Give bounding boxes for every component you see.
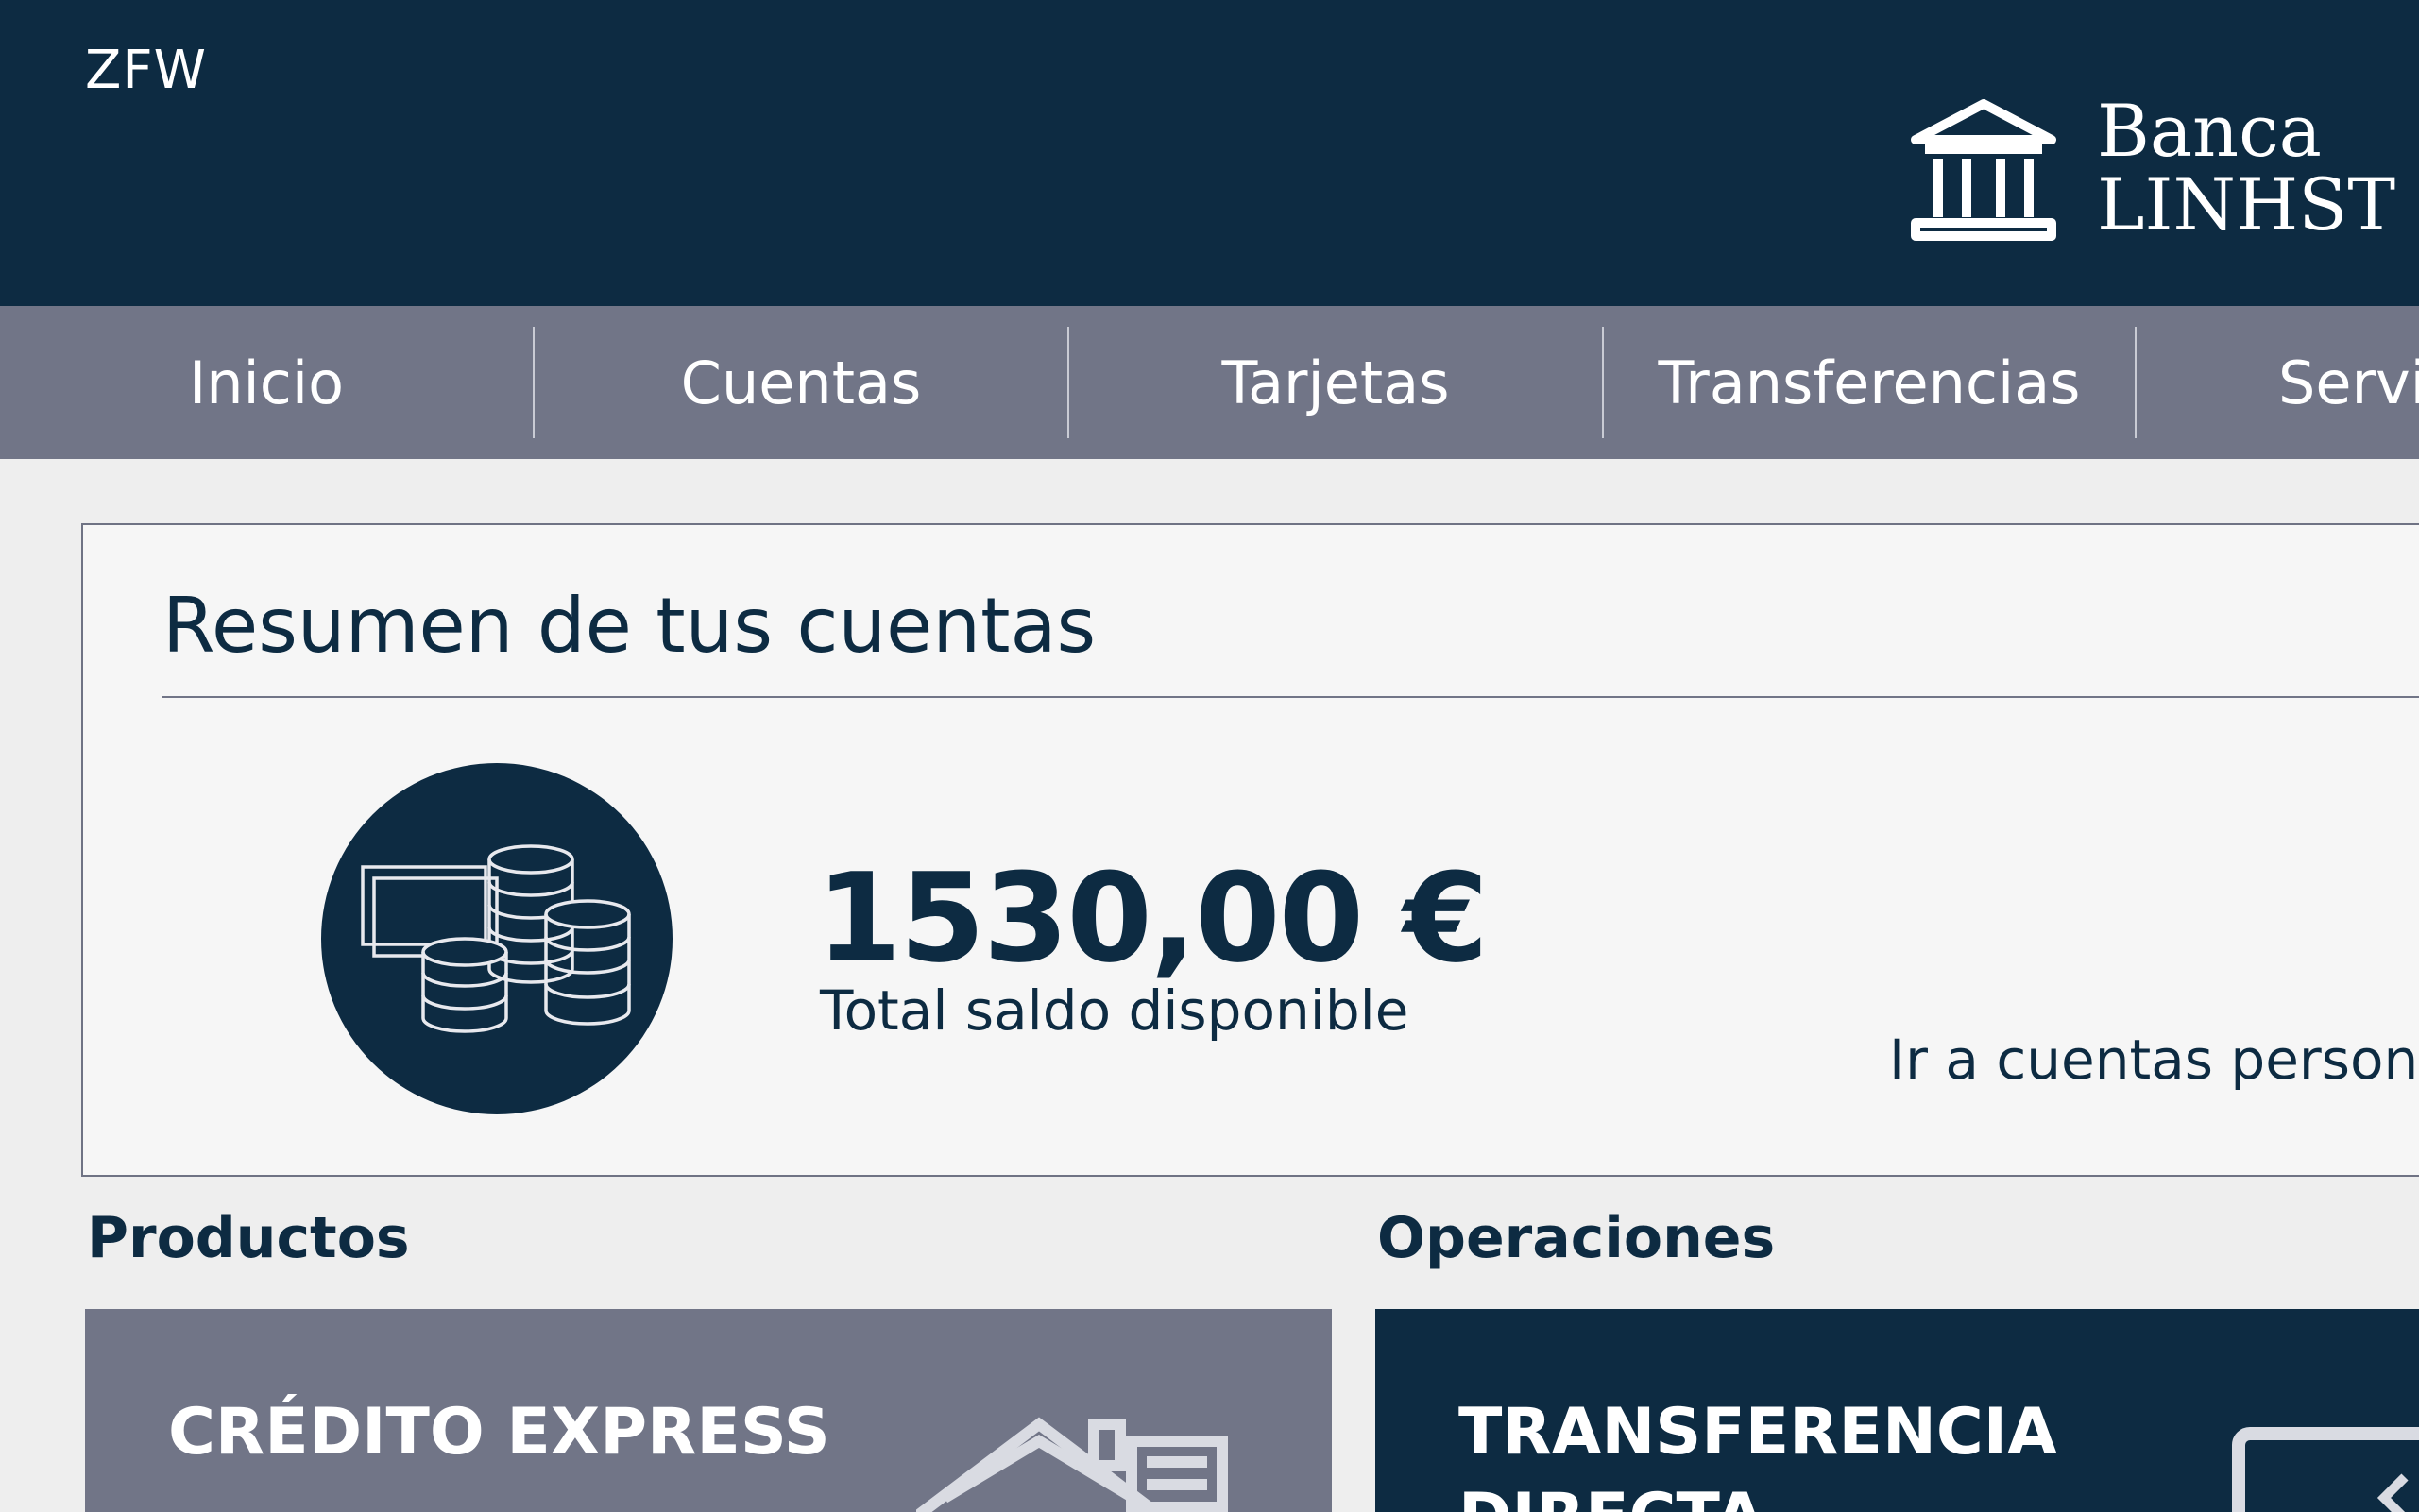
products-heading: Productos	[87, 1205, 410, 1271]
operations-heading: Operaciones	[1377, 1205, 1776, 1271]
nav-item-tarjetas[interactable]: Tarjetas	[1069, 306, 1602, 459]
total-balance-label: Total saldo disponible	[820, 978, 1409, 1043]
nav-item-transferencias[interactable]: Transferencias	[1604, 306, 2135, 459]
go-to-personal-accounts-link[interactable]: Ir a cuentas personal	[1889, 1028, 2419, 1092]
bank-logo[interactable]: Banca LINHST	[1908, 94, 2399, 255]
direct-transfer-title: TRANSFERENCIA DIRECTA	[1458, 1395, 2057, 1512]
house-icon	[916, 1417, 1228, 1512]
main-nav: Inicio Cuentas Tarjetas Transferencias S…	[0, 306, 2419, 459]
credit-express-card[interactable]: CRÉDITO EXPRESS	[85, 1309, 1332, 1512]
accounts-summary-panel: Resumen de tus cuentas 1530,00 € Total s…	[81, 523, 2419, 1177]
nav-item-inicio[interactable]: Inicio	[0, 306, 533, 459]
total-balance-amount: 1530,00 €	[816, 846, 1489, 990]
direct-transfer-card[interactable]: TRANSFERENCIA DIRECTA	[1375, 1309, 2419, 1512]
coins-money-icon	[321, 763, 673, 1114]
credit-express-title: CRÉDITO EXPRESS	[168, 1395, 830, 1470]
top-header: ZFW Banca LINHST	[0, 0, 2419, 306]
logo-line-1: Banca	[2097, 89, 2322, 173]
nav-item-servicios[interactable]: Servi	[2137, 306, 2419, 459]
nav-item-cuentas[interactable]: Cuentas	[535, 306, 1067, 459]
bank-building-icon	[1911, 99, 2056, 241]
summary-divider	[162, 696, 2419, 698]
logo-text: Banca LINHST	[2097, 94, 2395, 242]
laptop-icon	[2232, 1427, 2419, 1512]
user-code: ZFW	[85, 40, 207, 101]
summary-title: Resumen de tus cuentas	[162, 582, 1097, 670]
logo-line-2: LINHST	[2097, 162, 2396, 246]
